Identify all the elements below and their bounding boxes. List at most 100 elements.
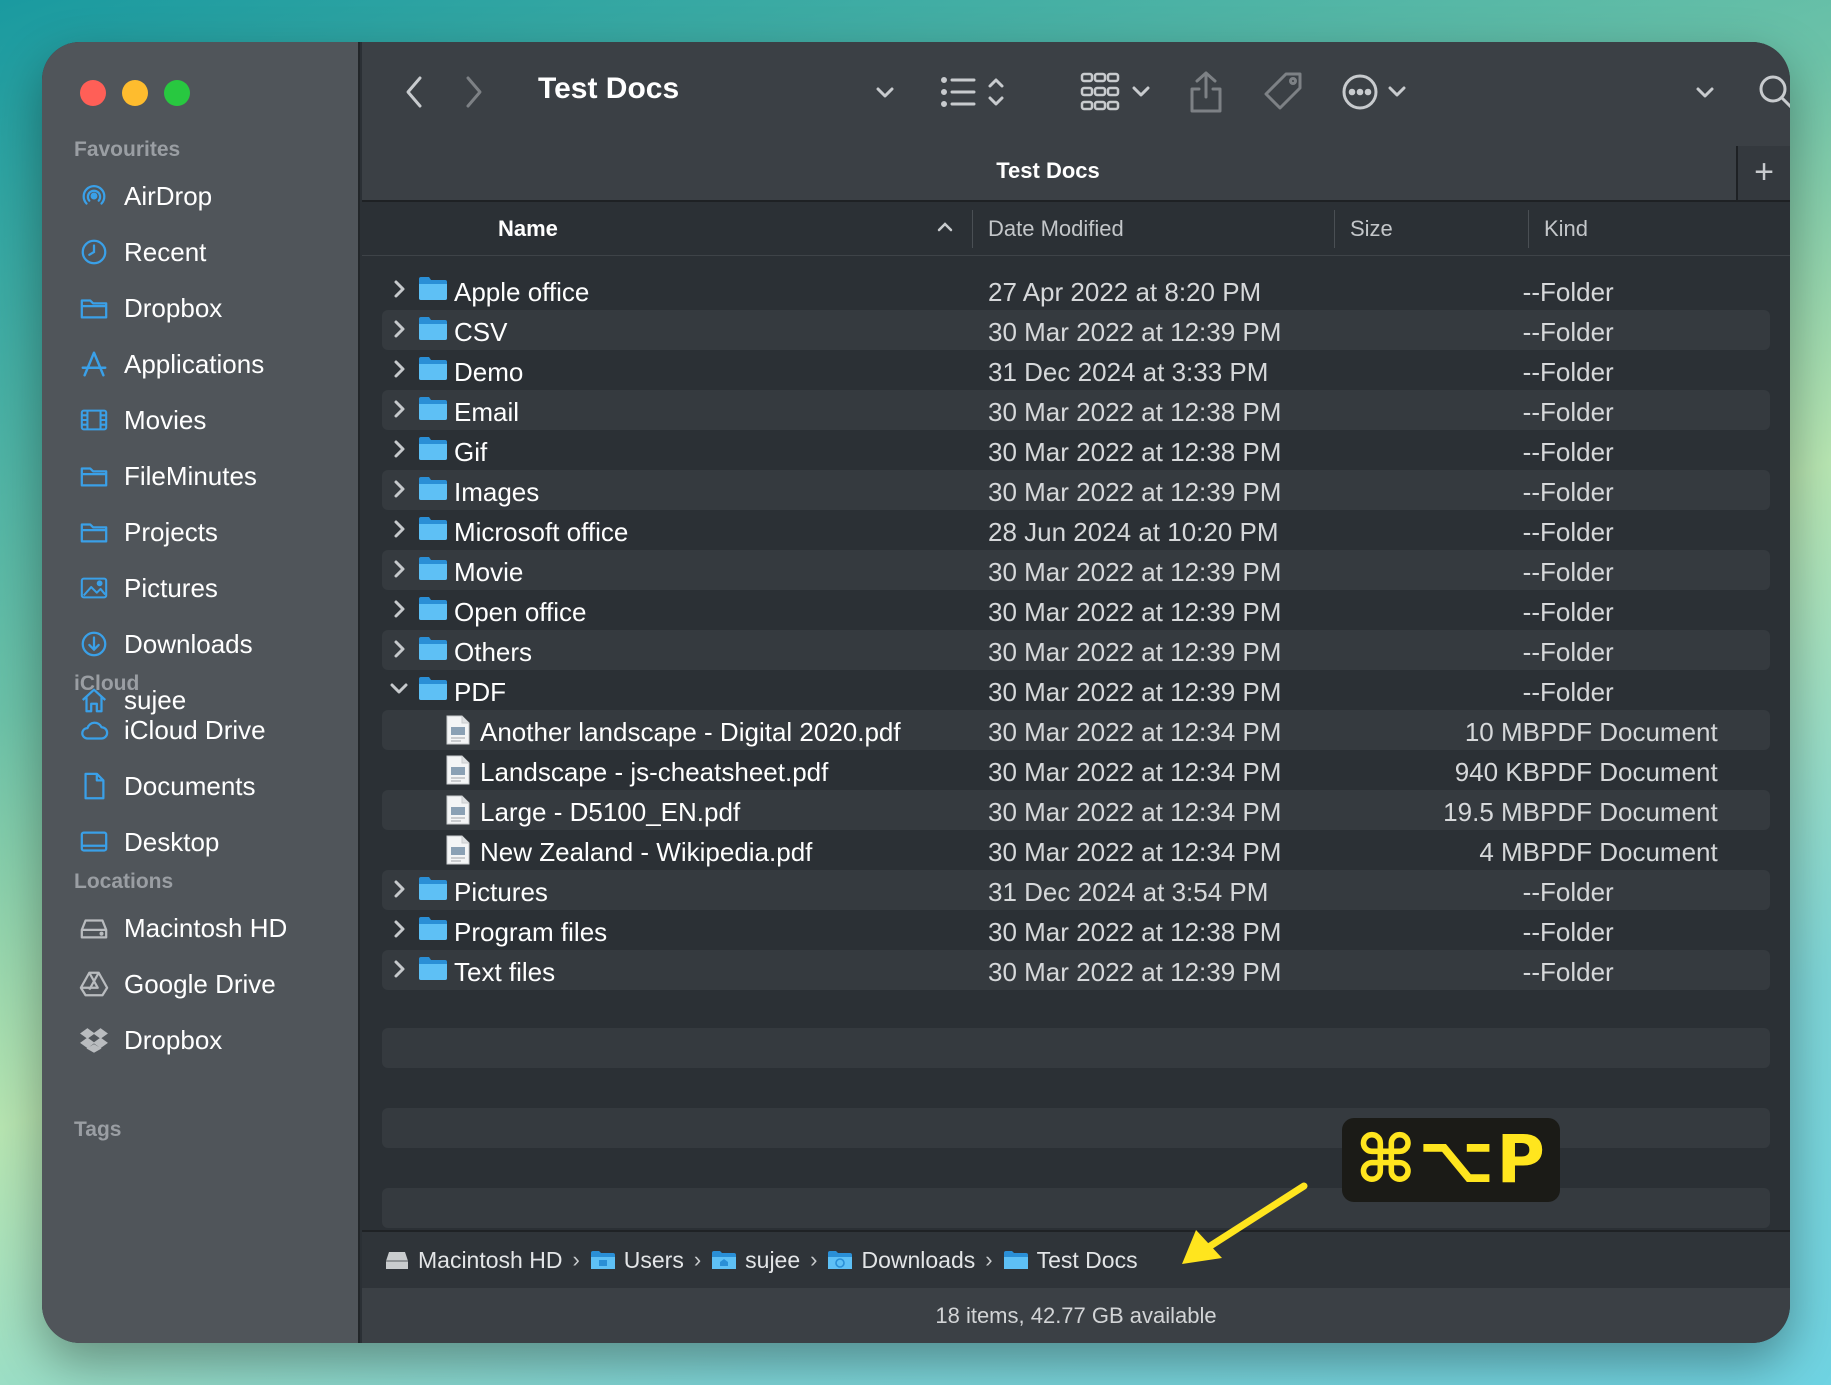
sidebar-item-movies[interactable]: Movies xyxy=(42,392,358,448)
file-row[interactable]: Demo 31 Dec 2024 at 3:33 PM -- Folder xyxy=(382,350,1770,390)
path-crumb[interactable]: Users xyxy=(590,1247,684,1274)
path-crumb[interactable]: Macintosh HD xyxy=(384,1247,562,1274)
chevron-right-icon xyxy=(466,76,482,108)
sidebar-item-dropbox[interactable]: Dropbox xyxy=(42,1012,358,1068)
file-size: -- xyxy=(1522,917,1540,947)
path-crumb[interactable]: Test Docs xyxy=(1003,1247,1138,1274)
file-date-modified: 27 Apr 2022 at 8:20 PM xyxy=(988,277,1262,307)
sidebar-item-icloud-drive[interactable]: iCloud Drive xyxy=(42,702,358,758)
file-row[interactable]: Email 30 Mar 2022 at 12:38 PM -- Folder xyxy=(382,390,1770,430)
file-row[interactable]: Gif 30 Mar 2022 at 12:38 PM -- Folder xyxy=(382,430,1770,470)
forward-button[interactable] xyxy=(456,72,492,112)
sidebar-item-downloads[interactable]: Downloads xyxy=(42,616,358,672)
file-name: Email xyxy=(454,397,520,427)
list-view-button[interactable] xyxy=(938,70,1018,114)
file-row[interactable]: Pictures 31 Dec 2024 at 3:54 PM -- Folder xyxy=(382,870,1770,910)
file-row[interactable]: Landscape - js-cheatsheet.pdf 30 Mar 2022… xyxy=(382,750,1770,790)
tags-button[interactable] xyxy=(1262,68,1306,116)
sidebar-item-documents[interactable]: Documents xyxy=(42,758,358,814)
group-view-button[interactable] xyxy=(1078,68,1158,116)
file-row[interactable]: Text files 30 Mar 2022 at 12:39 PM -- Folde… xyxy=(382,950,1770,990)
file-row[interactable]: Program files 30 Mar 2022 at 12:38 PM -- Fo… xyxy=(382,910,1770,950)
file-name: Apple office xyxy=(454,277,590,307)
sidebar-item-google-drive[interactable]: Google Drive xyxy=(42,956,358,1012)
minimize-window-button[interactable] xyxy=(122,80,148,106)
title-dropdown-button[interactable] xyxy=(870,78,900,108)
file-row[interactable]: Open office 30 Mar 2022 at 12:39 PM -- Fold… xyxy=(382,590,1770,630)
sidebar-item-projects[interactable]: Projects xyxy=(42,504,358,560)
zoom-window-button[interactable] xyxy=(164,80,190,106)
file-row[interactable]: CSV 30 Mar 2022 at 12:39 PM -- Folder xyxy=(382,310,1770,350)
file-row[interactable]: Movie 30 Mar 2022 at 12:39 PM -- Folder xyxy=(382,550,1770,590)
folder-icon xyxy=(418,315,448,346)
file-row[interactable]: Another landscape - Digital 2020.pdf 30 M… xyxy=(382,710,1770,750)
column-divider[interactable] xyxy=(1334,210,1335,248)
share-button[interactable] xyxy=(1184,68,1228,116)
chevron-right-icon[interactable] xyxy=(388,438,410,460)
chevron-right-icon[interactable] xyxy=(388,518,410,540)
file-row[interactable]: Others 30 Mar 2022 at 12:39 PM -- Folder xyxy=(382,630,1770,670)
sidebar-item-pictures[interactable]: Pictures xyxy=(42,560,358,616)
file-row[interactable]: Images 30 Mar 2022 at 12:39 PM -- Folder xyxy=(382,470,1770,510)
sidebar-item-applications[interactable]: Applications xyxy=(42,336,358,392)
chevron-right-icon[interactable] xyxy=(388,278,410,300)
sidebar-item-macintosh-hd[interactable]: Macintosh HD xyxy=(42,900,358,956)
chevron-right-icon[interactable] xyxy=(388,638,410,660)
sidebar-item-label: Dropbox xyxy=(124,292,223,323)
sidebar-item-label: Desktop xyxy=(124,826,220,857)
chevron-down-icon xyxy=(1696,87,1714,98)
column-divider[interactable] xyxy=(1528,210,1529,248)
sidebar-item-fileminutes[interactable]: FileMinutes xyxy=(42,448,358,504)
column-size-header[interactable]: Size xyxy=(1350,216,1393,242)
file-row[interactable]: Microsoft office 28 Jun 2024 at 10:20 PM -… xyxy=(382,510,1770,550)
chevron-right-icon[interactable] xyxy=(388,398,410,420)
path-crumb[interactable]: sujee xyxy=(711,1247,800,1274)
file-row[interactable]: PDF 30 Mar 2022 at 12:39 PM -- Folder xyxy=(382,670,1770,710)
sidebar-item-desktop[interactable]: Desktop xyxy=(42,814,358,870)
search-button[interactable] xyxy=(1752,68,1790,116)
chevron-right-icon[interactable] xyxy=(388,478,410,500)
share-icon xyxy=(1190,71,1222,113)
chevron-right-icon[interactable] xyxy=(388,918,410,940)
folder-icon xyxy=(418,955,448,986)
new-tab-button[interactable]: + xyxy=(1736,146,1790,200)
tab-bar: Test Docs + xyxy=(362,144,1790,202)
tab-test-docs[interactable]: Test Docs xyxy=(362,158,1734,184)
window-title: Test Docs xyxy=(538,72,680,105)
chevron-right-icon[interactable] xyxy=(388,358,410,380)
folder-icon xyxy=(418,555,448,586)
traffic-lights xyxy=(80,80,190,106)
chevron-right-icon[interactable] xyxy=(388,598,410,620)
sidebar-item-dropbox[interactable]: Dropbox xyxy=(42,280,358,336)
download-icon xyxy=(78,628,110,660)
chevron-right-icon[interactable] xyxy=(388,958,410,980)
pdf-file-icon xyxy=(446,755,470,790)
file-date-modified: 30 Mar 2022 at 12:34 PM xyxy=(988,837,1282,867)
column-header: Name Date Modified Size Kind xyxy=(362,202,1790,256)
chevron-right-icon[interactable] xyxy=(388,558,410,580)
close-window-button[interactable] xyxy=(80,80,106,106)
path-crumb-label: sujee xyxy=(745,1246,801,1273)
chevron-right-icon[interactable] xyxy=(388,318,410,340)
toolbar-overflow-button[interactable] xyxy=(1688,78,1722,108)
file-row[interactable]: Large - D5100_EN.pdf 30 Mar 2022 at 12:34… xyxy=(382,790,1770,830)
file-name: CSV xyxy=(454,317,508,347)
column-divider[interactable] xyxy=(972,210,973,248)
empty-row xyxy=(382,1028,1770,1068)
file-size: -- xyxy=(1522,877,1540,907)
column-name-header[interactable]: Name xyxy=(498,216,558,242)
back-button[interactable] xyxy=(396,72,432,112)
column-date-header[interactable]: Date Modified xyxy=(988,216,1124,242)
more-actions-button[interactable] xyxy=(1338,68,1418,116)
file-row[interactable]: Apple office 27 Apr 2022 at 8:20 PM -- Fold… xyxy=(382,270,1770,310)
chevron-down-icon[interactable] xyxy=(388,678,410,700)
file-date-modified: 30 Mar 2022 at 12:34 PM xyxy=(988,797,1282,827)
file-name: Others xyxy=(454,637,533,667)
sidebar-item-recent[interactable]: Recent xyxy=(42,224,358,280)
column-kind-header[interactable]: Kind xyxy=(1544,216,1588,242)
chevron-right-icon[interactable] xyxy=(388,878,410,900)
file-row[interactable]: New Zealand - Wikipedia.pdf 30 Mar 2022 a… xyxy=(382,830,1770,870)
sidebar-item-airdrop[interactable]: AirDrop xyxy=(42,168,358,224)
path-crumb[interactable]: Downloads xyxy=(827,1247,975,1274)
pdf-file-icon xyxy=(446,795,470,830)
